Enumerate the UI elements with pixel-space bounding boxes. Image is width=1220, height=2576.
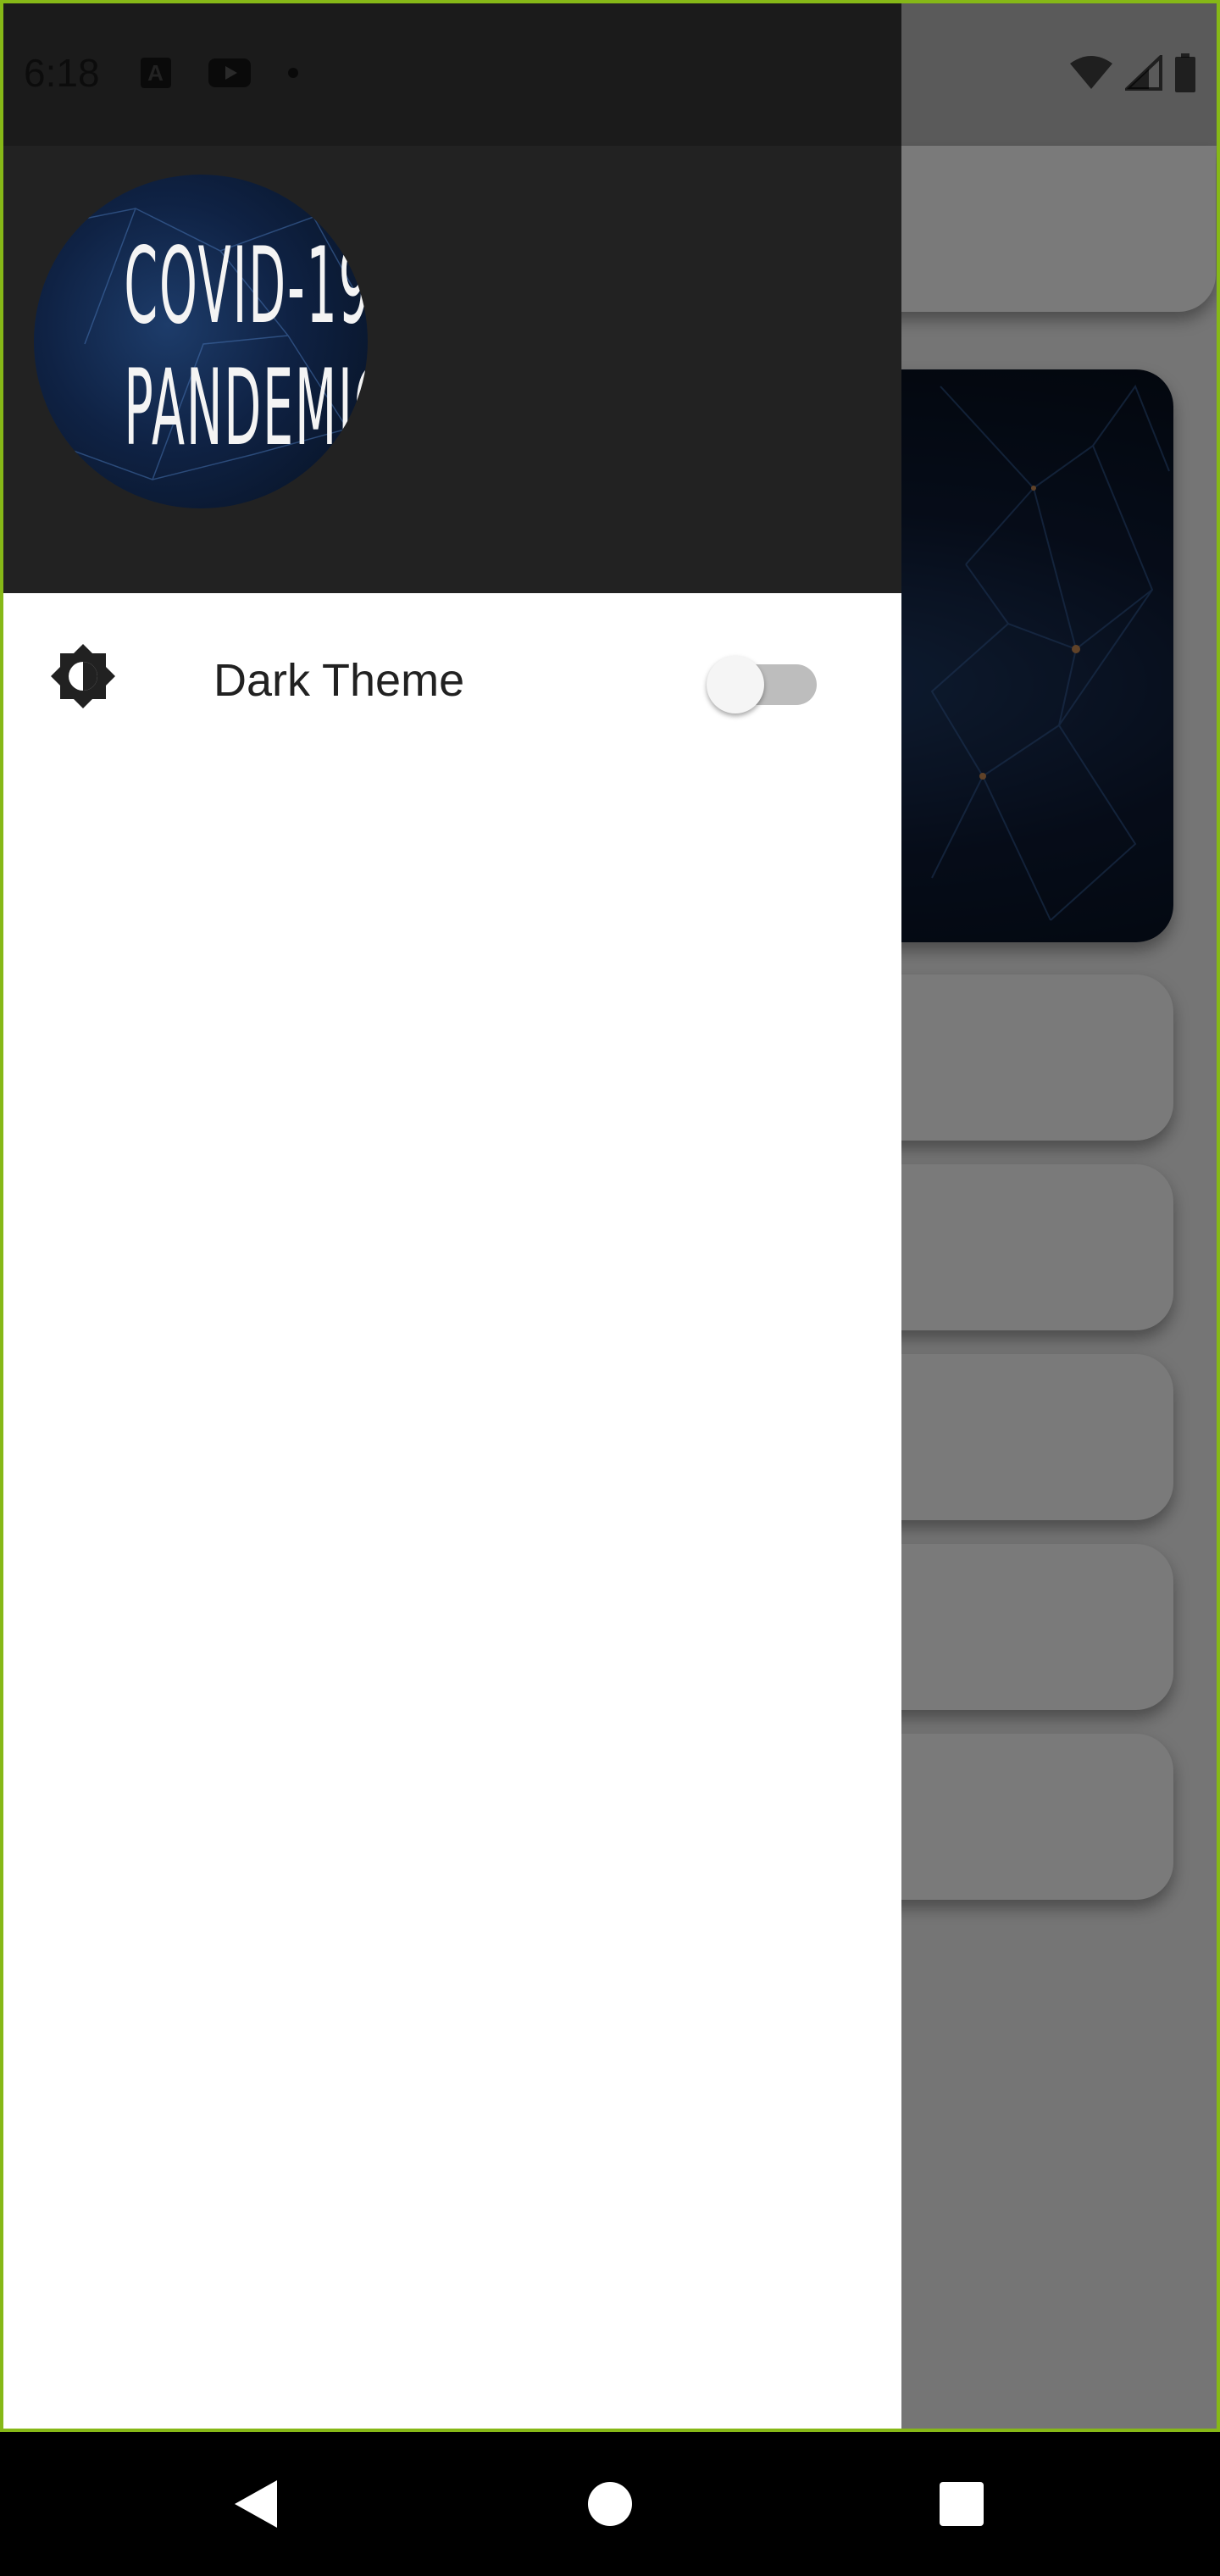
recents-icon [940,2482,984,2526]
status-system-icons [1069,53,1196,92]
home-icon [588,2482,632,2526]
a-app-icon: A [140,58,171,88]
logo-text-line2: PANDEMIC [124,347,368,469]
navigation-drawer: COVID-19 PANDEMIC Dark Theme [0,0,901,2432]
recents-button[interactable] [890,2432,1034,2576]
drawer-header: COVID-19 PANDEMIC [0,146,901,593]
youtube-icon [208,58,251,87]
signal-icon [1125,55,1162,91]
screen: COVID-19 PANDEMIC Dark Theme 6:18 A [0,0,1220,2576]
logo-text-line1: COVID-19 [124,225,368,347]
drawer-item-dark-theme[interactable]: Dark Theme [0,593,901,759]
system-nav-bar [0,2432,1220,2576]
dark-theme-switch[interactable] [707,646,818,713]
home-button[interactable] [538,2432,682,2576]
status-time: 6:18 [24,51,100,95]
battery-icon [1175,53,1195,92]
back-icon [235,2480,277,2528]
dot-icon [287,68,298,78]
brightness-icon [49,642,117,710]
status-notification-icons: A [140,58,298,88]
switch-thumb [707,656,764,713]
dark-theme-label: Dark Theme [214,655,465,706]
status-bar: 6:18 A [0,0,1220,146]
back-button[interactable] [185,2432,329,2576]
covid-logo: COVID-19 PANDEMIC [34,175,368,508]
wifi-icon [1070,56,1112,89]
